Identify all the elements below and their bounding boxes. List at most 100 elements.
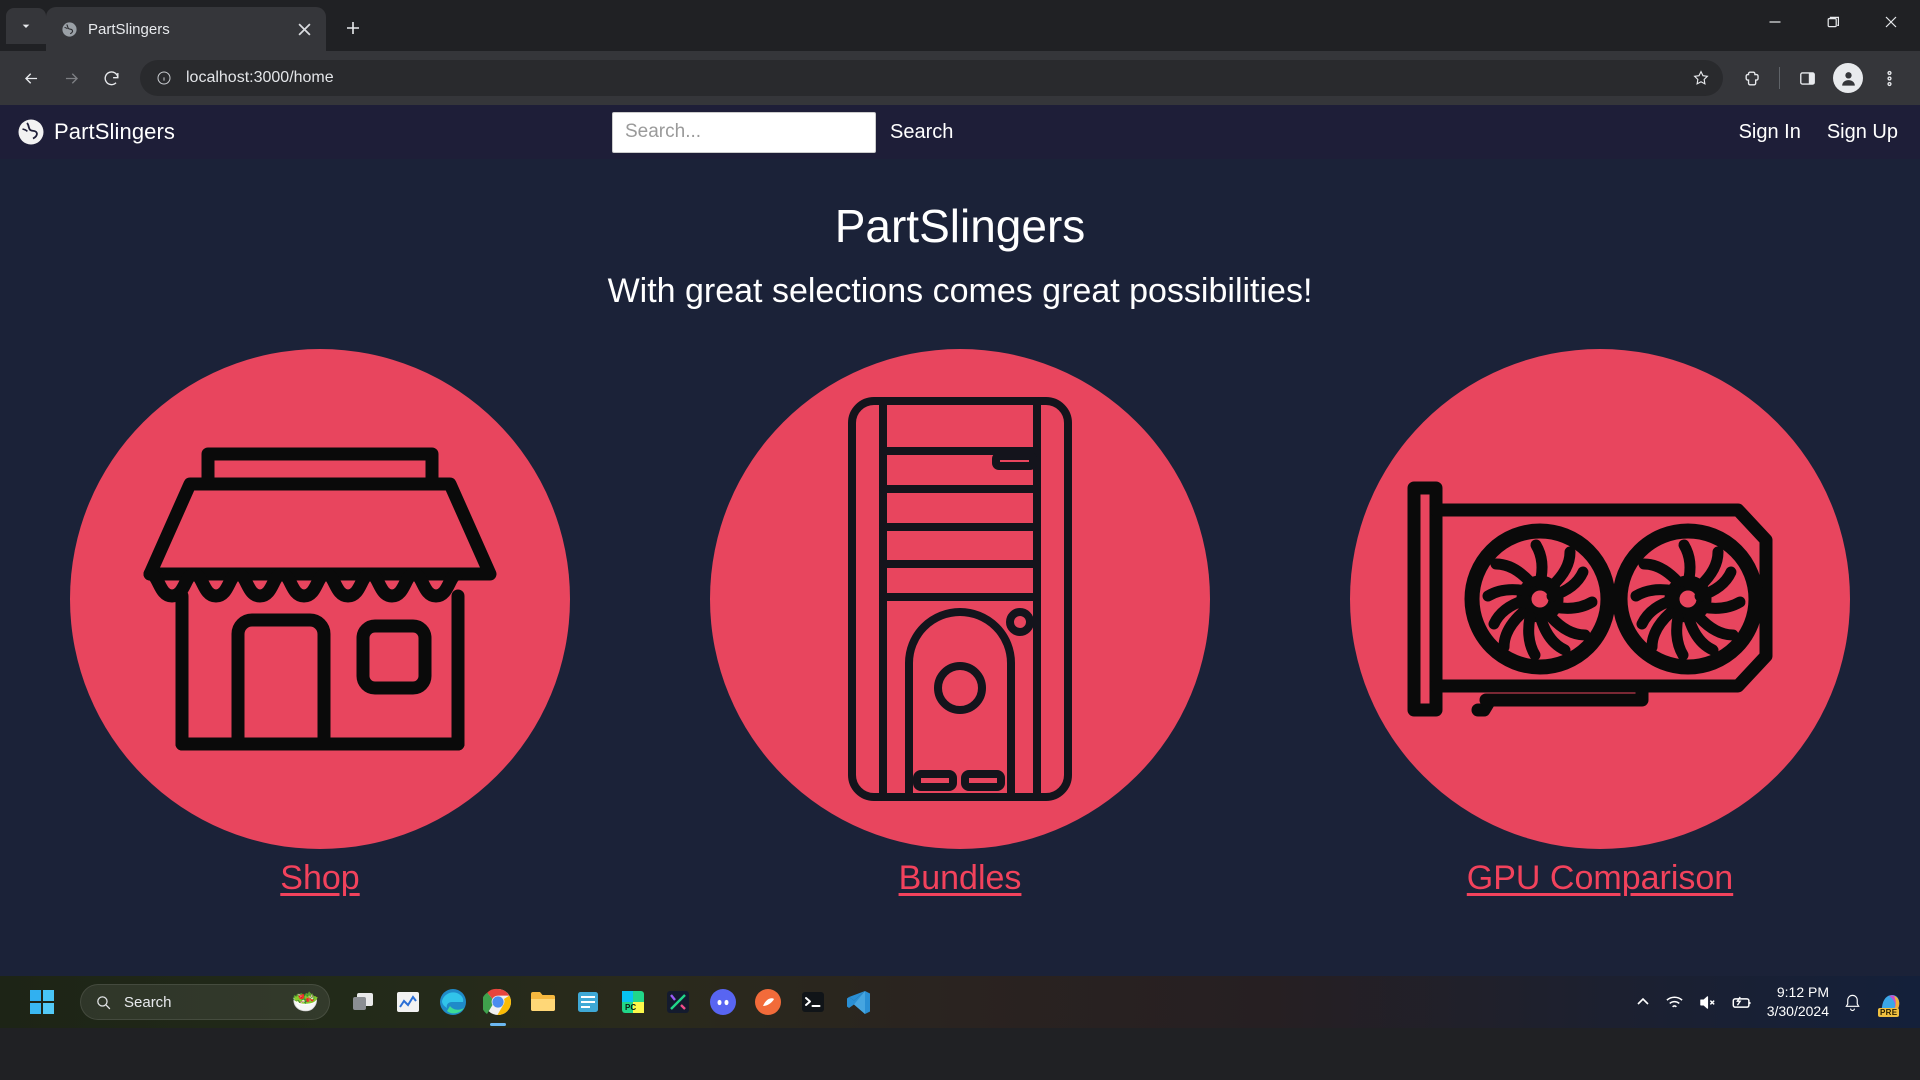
feature-cards: Shop Bundles GPU Comparison xyxy=(0,348,1920,898)
storefront-icon xyxy=(143,447,497,751)
chrome-browser-button[interactable] xyxy=(481,985,515,1019)
site-brand[interactable]: PartSlingers xyxy=(18,119,175,145)
window-controls xyxy=(1746,0,1920,44)
search-button[interactable]: Search xyxy=(890,121,953,144)
taskbar-search-box[interactable]: Search 🥗 xyxy=(80,984,330,1020)
window-maximize-button[interactable] xyxy=(1804,0,1862,44)
chrome-browser-icon xyxy=(483,988,511,1015)
web-page-content: PartSlingers Search Sign In Sign Up Part… xyxy=(0,105,1920,1028)
search-input[interactable] xyxy=(612,111,876,153)
clock-date: 3/30/2024 xyxy=(1766,1003,1829,1019)
pc-tower-icon xyxy=(848,396,1072,801)
side-panel-button[interactable] xyxy=(1788,59,1826,97)
terminal-icon xyxy=(802,992,824,1012)
back-button[interactable] xyxy=(12,59,50,97)
volume-button[interactable] xyxy=(1698,993,1717,1012)
side-panel-icon xyxy=(1799,71,1815,85)
reload-icon xyxy=(104,70,119,85)
show-hidden-icons-button[interactable] xyxy=(1635,994,1651,1010)
toolbar-right-icons xyxy=(1733,59,1908,97)
gpu-icon xyxy=(1407,481,1773,717)
navbar-search-group: Search xyxy=(612,111,953,153)
postman-button[interactable] xyxy=(751,985,785,1019)
chevron-up-icon xyxy=(1637,997,1649,1005)
address-bar-url: localhost:3000/home xyxy=(186,69,334,86)
notepad-button[interactable] xyxy=(571,985,605,1019)
toolbar-divider xyxy=(1779,67,1780,89)
windows-taskbar: Search 🥗 PC 9:12 PM 3/30/2024 PRE xyxy=(0,976,1920,1028)
tab-close-button[interactable] xyxy=(292,17,316,41)
tab-search-button[interactable] xyxy=(6,8,46,44)
close-icon xyxy=(1885,16,1897,28)
pycharm-icon: PC xyxy=(622,991,644,1013)
datagrip-button[interactable] xyxy=(661,985,695,1019)
sign-up-link[interactable]: Sign Up xyxy=(1827,121,1898,144)
volume-muted-icon xyxy=(1699,995,1715,1009)
battery-charging-icon xyxy=(1732,996,1751,1008)
address-bar[interactable]: localhost:3000/home xyxy=(140,60,1723,96)
discord-button[interactable] xyxy=(706,985,740,1019)
svg-text:PC: PC xyxy=(625,1003,636,1012)
chrome-menu-button[interactable] xyxy=(1870,59,1908,97)
bundles-circle[interactable] xyxy=(710,348,1210,849)
file-explorer-icon xyxy=(531,992,555,1011)
taskbar-search-placeholder: Search xyxy=(124,993,172,1011)
start-button[interactable] xyxy=(20,980,64,1024)
maximize-icon xyxy=(1827,16,1839,28)
system-tray: 9:12 PM 3/30/2024 PRE xyxy=(1635,983,1920,1021)
wifi-button[interactable] xyxy=(1665,993,1684,1012)
shop-circle[interactable] xyxy=(70,348,570,849)
brand-name: PartSlingers xyxy=(54,119,176,144)
file-explorer-button[interactable] xyxy=(526,985,560,1019)
pycharm-button[interactable]: PC xyxy=(616,985,650,1019)
browser-tab[interactable]: PartSlingers xyxy=(46,7,326,51)
vscode-button[interactable] xyxy=(841,985,875,1019)
datagrip-icon xyxy=(667,991,689,1013)
three-dots-icon xyxy=(1886,70,1892,86)
reload-button[interactable] xyxy=(92,59,130,97)
gpu-comparison-link[interactable]: GPU Comparison xyxy=(1467,859,1733,898)
copilot-preview-badge: PRE xyxy=(1878,1008,1900,1017)
bell-icon xyxy=(1845,994,1860,1011)
navbar-auth-links: Sign In Sign Up xyxy=(1739,121,1898,144)
battery-button[interactable] xyxy=(1731,993,1753,1012)
task-view-button[interactable] xyxy=(346,985,380,1019)
forward-arrow-icon xyxy=(65,72,78,84)
clock-time: 9:12 PM xyxy=(1776,984,1829,1001)
window-close-button[interactable] xyxy=(1862,0,1920,44)
window-minimize-button[interactable] xyxy=(1746,0,1804,44)
browser-chrome: PartSlingers localhost:3000/home xyxy=(0,0,1920,105)
bookmark-star-icon[interactable] xyxy=(1685,62,1717,94)
bundles-link[interactable]: Bundles xyxy=(899,859,1022,898)
discord-icon xyxy=(710,989,736,1015)
extensions-button[interactable] xyxy=(1733,59,1771,97)
copilot-button[interactable]: PRE xyxy=(1876,987,1906,1017)
widgets-chart-icon xyxy=(397,992,419,1012)
card-shop: Shop xyxy=(70,348,570,898)
person-icon xyxy=(1841,71,1855,86)
search-icon xyxy=(97,995,111,1009)
windows-start-icon xyxy=(30,990,54,1014)
chevron-down-icon xyxy=(22,24,30,28)
notifications-button[interactable] xyxy=(1843,993,1862,1012)
site-navbar: PartSlingers Search Sign In Sign Up xyxy=(0,105,1920,159)
widgets-button[interactable] xyxy=(391,985,425,1019)
forward-button[interactable] xyxy=(52,59,90,97)
edge-browser-button[interactable] xyxy=(436,985,470,1019)
new-tab-button[interactable] xyxy=(336,11,370,45)
postman-icon xyxy=(755,989,781,1015)
profile-avatar[interactable] xyxy=(1833,63,1863,93)
taskbar-app-icons: PC xyxy=(346,985,875,1019)
page-title: PartSlingers xyxy=(834,200,1086,252)
sign-in-link[interactable]: Sign In xyxy=(1739,121,1801,144)
hero-section: PartSlingers With great selections comes… xyxy=(0,159,1920,311)
edge-browser-icon xyxy=(440,989,466,1015)
tab-strip: PartSlingers xyxy=(0,0,1920,51)
shop-link[interactable]: Shop xyxy=(280,859,359,898)
gpu-circle[interactable] xyxy=(1350,348,1850,849)
taskbar-clock[interactable]: 9:12 PM 3/30/2024 xyxy=(1767,983,1829,1021)
terminal-button[interactable] xyxy=(796,985,830,1019)
site-info-icon[interactable] xyxy=(152,66,176,90)
tab-title: PartSlingers xyxy=(88,20,170,38)
tab-favicon-globe-icon xyxy=(60,20,78,38)
